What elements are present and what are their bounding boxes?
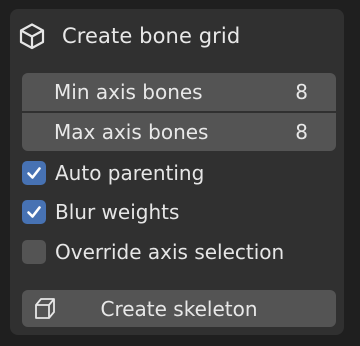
override-axis-selection-label: Override axis selection <box>55 240 285 264</box>
cube-outline-icon <box>32 296 58 327</box>
override-axis-selection-checkbox[interactable] <box>22 240 46 264</box>
cube-icon <box>18 22 46 50</box>
override-axis-selection-option[interactable]: Override axis selection <box>22 238 284 266</box>
checkmark-icon <box>27 206 41 218</box>
auto-parenting-option[interactable]: Auto parenting <box>22 159 204 187</box>
min-axis-bones-field[interactable]: Min axis bones 8 <box>22 73 336 111</box>
max-axis-bones-field[interactable]: Max axis bones 8 <box>22 113 336 151</box>
create-skeleton-button[interactable]: Create skeleton <box>22 290 336 327</box>
create-skeleton-label: Create skeleton <box>100 296 258 321</box>
min-axis-bones-value: 8 <box>295 80 308 104</box>
auto-parenting-checkbox[interactable] <box>22 161 46 185</box>
blur-weights-checkbox[interactable] <box>22 200 46 224</box>
min-axis-bones-label: Min axis bones <box>54 80 203 104</box>
panel-title: Create bone grid <box>62 24 241 48</box>
checkmark-icon <box>27 167 41 179</box>
blur-weights-option[interactable]: Blur weights <box>22 198 179 226</box>
panel-header[interactable]: Create bone grid <box>18 16 240 56</box>
blur-weights-label: Blur weights <box>55 200 180 224</box>
max-axis-bones-value: 8 <box>295 120 308 144</box>
auto-parenting-label: Auto parenting <box>55 161 205 185</box>
axis-bones-fields: Min axis bones 8 Max axis bones 8 <box>22 73 336 151</box>
max-axis-bones-label: Max axis bones <box>54 120 209 144</box>
